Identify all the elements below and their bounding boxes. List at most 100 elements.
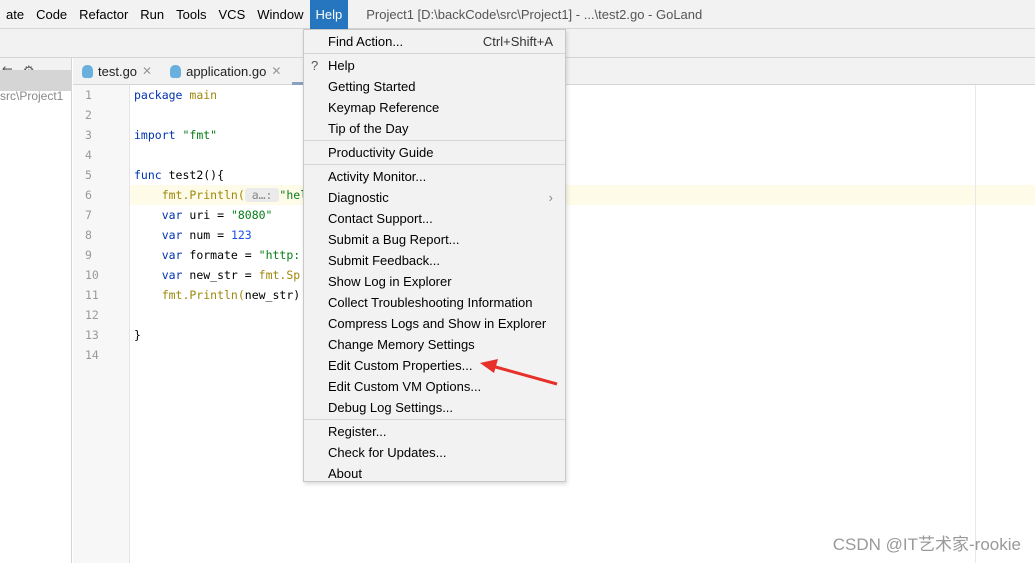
menu-item-show-log-in-explorer[interactable]: Show Log in Explorer	[304, 271, 565, 292]
code-token: new_str =	[189, 268, 259, 282]
menu-item-label: Submit Feedback...	[328, 253, 440, 268]
menu-item-debug-log-settings[interactable]: Debug Log Settings...	[304, 397, 565, 418]
menu-run[interactable]: Run	[134, 0, 170, 29]
line-number: 14	[85, 348, 99, 362]
code-token: num =	[189, 228, 231, 242]
menu-item-label: Productivity Guide	[328, 145, 434, 160]
line-number: 10	[85, 268, 99, 282]
code-token: "8080"	[230, 208, 273, 222]
code-token: uri =	[189, 208, 231, 222]
menu-item-label: About	[328, 466, 362, 481]
menu-item-contact-support[interactable]: Contact Support...	[304, 208, 565, 229]
menu-separator	[304, 419, 565, 420]
annotation-arrow	[480, 359, 558, 386]
code-token: fmt.Println(	[134, 188, 245, 202]
question-icon: ?	[311, 58, 319, 73]
code-token: main	[189, 88, 218, 102]
code-line: fmt.Println( a…: "hel	[134, 185, 307, 205]
menu-item-change-memory-settings[interactable]: Change Memory Settings	[304, 334, 565, 355]
menu-item-productivity-guide[interactable]: Productivity Guide	[304, 142, 565, 163]
menu-refactor[interactable]: Refactor	[73, 0, 134, 29]
code-token: package	[134, 88, 190, 102]
menu-item-label: Keymap Reference	[328, 100, 440, 115]
menu-separator	[304, 53, 565, 54]
code-line: package main	[134, 85, 217, 105]
menu-separator	[304, 164, 565, 165]
close-icon[interactable]: ✕	[142, 64, 152, 78]
tab-label: application.go	[186, 63, 267, 79]
code-token: var	[134, 228, 190, 242]
code-token: formate =	[189, 248, 259, 262]
menu-item-find-action[interactable]: Find Action... Ctrl+Shift+A	[304, 31, 565, 52]
menu-item-label: Debug Log Settings...	[328, 400, 454, 415]
code-line: fmt.Println(new_str)	[134, 285, 300, 305]
chevron-right-icon: ›	[548, 190, 553, 205]
menu-separator	[304, 140, 565, 141]
menu-item-label: Help	[328, 58, 355, 73]
line-number: 9	[85, 248, 92, 262]
menu-item-tip-of-the-day[interactable]: Tip of the Day	[304, 118, 565, 139]
line-number: 5	[85, 168, 92, 182]
line-number: 3	[85, 128, 92, 142]
menu-vcs[interactable]: VCS	[213, 0, 252, 29]
menu-item-label: Compress Logs and Show in Explorer	[328, 316, 547, 331]
menu-item-label: Collect Troubleshooting Information	[328, 295, 533, 310]
menu-code[interactable]: Code	[30, 0, 73, 29]
menu-item-check-for-updates[interactable]: Check for Updates...	[304, 442, 565, 463]
code-line: var uri = "8080"	[134, 205, 273, 225]
menu-item-label: Getting Started	[328, 79, 416, 94]
menu-item-compress-logs-and-show-in-explorer[interactable]: Compress Logs and Show in Explorer	[304, 313, 565, 334]
tab-test-go[interactable]: test.go ✕	[73, 58, 161, 84]
line-number: 2	[85, 108, 92, 122]
menu-help[interactable]: Help	[309, 0, 349, 29]
code-editor[interactable]: package main import "fmt" func test2(){ fm…	[130, 85, 1035, 563]
code-token: "http:	[258, 248, 301, 262]
menu-item-label: Diagnostic	[328, 190, 389, 205]
menu-item-submit-a-bug-report[interactable]: Submit a Bug Report...	[304, 229, 565, 250]
menu-item-activity-monitor[interactable]: Activity Monitor...	[304, 166, 565, 187]
project-panel: ⇇ ⚙ — src\Project1	[0, 58, 72, 563]
menu-item-label: Tip of the Day	[328, 121, 409, 136]
line-number: 1	[85, 88, 92, 102]
selected-tree-row[interactable]	[0, 70, 72, 91]
menu-item-submit-feedback[interactable]: Submit Feedback...	[304, 250, 565, 271]
tab-application-go[interactable]: application.go ✕	[161, 58, 290, 84]
menu-item-keymap-reference[interactable]: Keymap Reference	[304, 97, 565, 118]
code-token: test2(){	[168, 168, 225, 182]
menu-item-label: Show Log in Explorer	[328, 274, 452, 289]
menu-item-collect-troubleshooting-information[interactable]: Collect Troubleshooting Information	[304, 292, 565, 313]
menu-tools[interactable]: Tools	[170, 0, 212, 29]
menu-item-diagnostic[interactable]: Diagnostic ›	[304, 187, 565, 208]
line-number: 13	[85, 328, 99, 342]
window-title: Project1 [D:\backCode\src\Project1] - ..…	[366, 6, 703, 22]
close-icon[interactable]: ✕	[271, 64, 281, 78]
code-line: func test2(){	[134, 165, 224, 185]
help-menu: Find Action... Ctrl+Shift+A? Help Getting S…	[303, 29, 566, 482]
right-margin-guide	[975, 85, 976, 563]
menu-item-help[interactable]: ? Help	[304, 55, 565, 76]
code-token: var	[134, 268, 190, 282]
code-token: fmt.Println(	[134, 288, 245, 302]
code-line: var num = 123	[134, 225, 252, 245]
line-number: 6	[85, 188, 92, 202]
arrow-line	[491, 364, 558, 386]
code-token: }	[134, 328, 141, 342]
code-token: new_str)	[244, 288, 301, 302]
code-line: }	[134, 325, 141, 345]
parameter-hint: a…:	[244, 188, 280, 202]
menu-bar: ate Code Refactor Run Tools VCS Window Help Proj…	[0, 0, 1035, 29]
menu-item-getting-started[interactable]: Getting Started	[304, 76, 565, 97]
menu-item-label: Check for Updates...	[328, 445, 447, 460]
code-token: import	[134, 128, 183, 142]
gopher-icon	[82, 64, 93, 78]
code-token: 123	[230, 228, 252, 242]
shortcut: Ctrl+Shift+A	[482, 34, 553, 49]
menu-item-about[interactable]: About	[304, 463, 565, 484]
line-number: 4	[85, 148, 92, 162]
tab-label: test.go	[98, 63, 138, 79]
menu-ate[interactable]: ate	[0, 0, 30, 29]
menu-item-register[interactable]: Register...	[304, 421, 565, 442]
code-token: "fmt"	[182, 128, 218, 142]
code-line: var new_str = fmt.Sp	[134, 265, 301, 285]
menu-window[interactable]: Window	[251, 0, 309, 29]
